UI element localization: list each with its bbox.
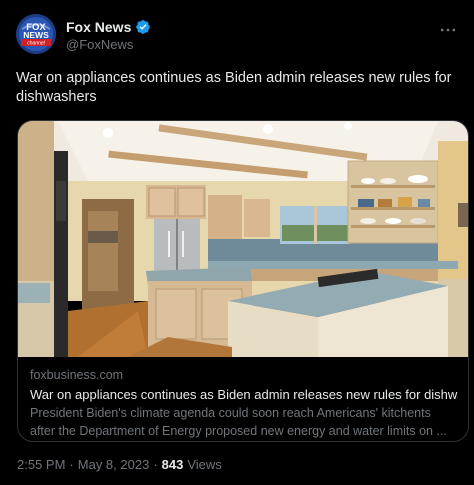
tweet-text: War on appliances continues as Biden adm…: [16, 70, 452, 105]
separator: ·: [69, 456, 74, 472]
tweet-footer: 2:55 PM · May 8, 2023 · 843 Views: [17, 455, 222, 473]
author-name-row: Fox News: [66, 18, 151, 36]
link-card[interactable]: foxbusiness.com War on appliances contin…: [17, 120, 469, 442]
author-handle[interactable]: @FoxNews: [66, 37, 133, 52]
more-options-icon[interactable]: [438, 20, 458, 40]
views-label: Views: [187, 456, 222, 472]
fox-news-logo: FOX NEWS channel: [16, 14, 56, 54]
author-avatar[interactable]: FOX NEWS channel: [16, 14, 56, 54]
svg-text:channel: channel: [27, 41, 45, 47]
separator: ·: [153, 456, 158, 472]
author-display-name[interactable]: Fox News: [66, 19, 131, 35]
card-description: President Biden's climate agenda could s…: [30, 406, 447, 438]
card-meta: foxbusiness.com War on appliances contin…: [30, 367, 458, 440]
tweet-time[interactable]: 2:55 PM: [17, 457, 65, 472]
card-domain: foxbusiness.com: [30, 368, 124, 382]
verified-badge-icon: [135, 19, 151, 35]
views-count[interactable]: 843: [162, 457, 184, 472]
tweet-date[interactable]: May 8, 2023: [78, 457, 150, 472]
card-title[interactable]: War on appliances continues as Biden adm…: [30, 386, 458, 404]
card-image[interactable]: [18, 121, 468, 357]
svg-text:NEWS: NEWS: [23, 30, 49, 40]
tweet-header: FOX NEWS channel Fox News @FoxNews: [16, 14, 458, 56]
